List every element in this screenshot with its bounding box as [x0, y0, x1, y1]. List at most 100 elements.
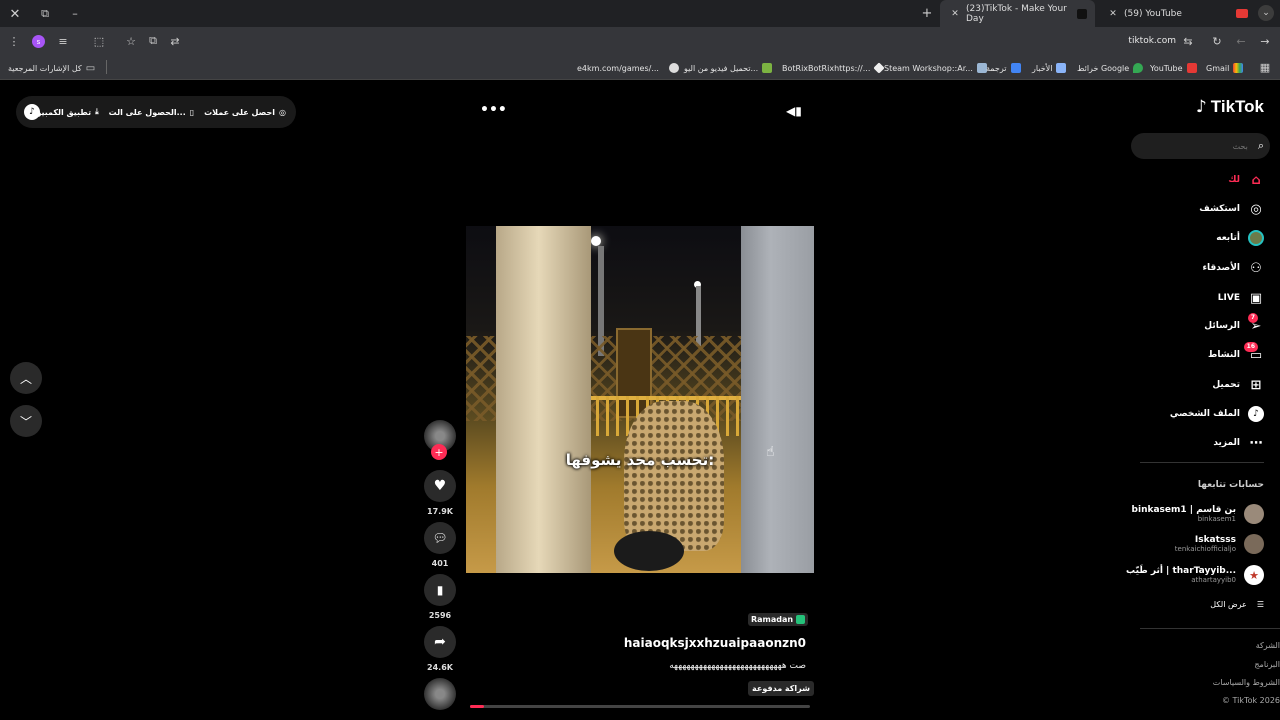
paid-partnership-label: شراكة مدفوعة	[748, 681, 815, 696]
maps-icon	[1133, 63, 1144, 73]
followed-account[interactable]: Iskatsss tenkaichiofficialjo	[1175, 534, 1264, 554]
bookmark-label: Gmail	[1206, 63, 1230, 73]
save-button[interactable]: ▮	[424, 574, 456, 606]
button-label: احصل على عملات	[204, 107, 276, 117]
sidebar-item-label: الملف الشخصي	[1169, 409, 1240, 419]
bookmark-label: كل الإشارات المرجعية	[8, 63, 82, 73]
screenshot-icon[interactable]: ⧉	[146, 34, 160, 48]
download-icon	[762, 63, 773, 73]
address-bar[interactable]: tiktok.com	[1100, 36, 1176, 46]
bookmark-botrix[interactable]: BotRixBotRixhttps://...	[782, 56, 886, 80]
get-app-button[interactable]: الحصول على الت... ▯	[109, 108, 195, 117]
tiktok-small-logo-icon[interactable]: ♪	[24, 104, 40, 120]
bookmark-label: Steam Workshop::Ar...	[884, 63, 973, 73]
sidebar-item-label: استكشف	[1199, 204, 1240, 214]
sidebar-item-explore[interactable]: استكشف ◎	[1199, 201, 1264, 217]
sidebar-item-label: الأصدقاء	[1202, 263, 1240, 273]
search-box[interactable]: ⌕	[1131, 133, 1270, 159]
bookmark-youtube[interactable]: YouTube	[1150, 56, 1197, 80]
sidebar-item-profile[interactable]: الملف الشخصي ♪	[1170, 406, 1264, 422]
footer-company[interactable]: الشركة	[1256, 641, 1280, 650]
sidebar-item-live[interactable]: LIVE ▣	[1218, 290, 1264, 306]
bookmark-gmail[interactable]: Gmail	[1206, 56, 1244, 80]
reload-icon[interactable]: ↻	[1210, 34, 1224, 48]
more-options-icon[interactable]: •••	[480, 102, 507, 118]
tab-title: (59) YouTube	[1124, 8, 1182, 19]
comment-button[interactable]: 💬︎	[424, 522, 456, 554]
see-all-link[interactable]: عرض الكل ☰	[1210, 600, 1264, 609]
chevron-down-icon: ﹀	[19, 414, 32, 429]
pillar	[496, 226, 591, 573]
minimize-window-icon[interactable]: –	[68, 6, 82, 20]
tab-youtube[interactable]: ✕ (59) YouTube	[1098, 0, 1248, 27]
footer-program[interactable]: البرنامج	[1254, 660, 1280, 669]
sound-disc-avatar[interactable]	[424, 678, 456, 710]
tag-badge[interactable]: Ramadan	[748, 613, 809, 626]
avatar: ★	[1244, 565, 1264, 585]
like-button[interactable]: ♥	[424, 470, 456, 502]
bookmark-translate[interactable]: ترجمة	[986, 56, 1021, 80]
tab-tiktok[interactable]: ✕ (23)TikTok - Make Your Day	[940, 0, 1095, 27]
new-tab-icon[interactable]: +	[920, 6, 934, 21]
search-icon[interactable]: ⌕	[1258, 139, 1264, 153]
button-label: الحصول على الت...	[108, 107, 186, 117]
divider	[1140, 462, 1264, 463]
like-count: 17.9K	[427, 507, 453, 516]
bookmark-news[interactable]: الأخبار	[1032, 56, 1067, 80]
bookmark-maps[interactable]: خرائط Google	[1077, 56, 1144, 80]
menu-dots-icon[interactable]: ⋮	[8, 34, 20, 48]
bookmark-youtube-download[interactable]: تحميل فيديو من اليو...	[684, 56, 773, 80]
forward-icon[interactable]: ←	[1234, 34, 1248, 48]
bookmark-star-icon[interactable]: ☆	[124, 34, 138, 48]
phone-icon: ▯	[189, 107, 195, 117]
browser-toolbar	[0, 27, 1280, 56]
back-icon[interactable]: →	[1258, 34, 1272, 48]
video-overlay-text: تحسب محد يشوفها:	[565, 451, 715, 469]
search-input[interactable]	[1149, 140, 1250, 152]
followed-account[interactable]: أثر طَيّب | tharTayyib... athartayyib0 ★	[1126, 565, 1264, 585]
apps-grid-icon[interactable]: ▦	[1258, 60, 1272, 74]
sidebar-item-label: النشاط	[1207, 350, 1240, 360]
share-button[interactable]: ➦	[424, 626, 456, 658]
account-handle: binkasem1	[1197, 515, 1236, 523]
sidebar-item-for-you[interactable]: لك ⌂	[1228, 172, 1264, 188]
sidebar-item-upload[interactable]: تحميل ⊞	[1212, 377, 1264, 393]
translate-icon[interactable]: ⇄	[168, 34, 182, 48]
sidebar-item-more[interactable]: المزيد ⋯	[1213, 435, 1264, 451]
folder-icon: ▭	[85, 62, 96, 74]
restore-window-icon[interactable]: ⧉	[38, 7, 52, 21]
video-player[interactable]: تحسب محد يشوفها:	[466, 226, 814, 573]
close-tab-icon[interactable]: ✕	[1106, 9, 1120, 19]
person-shadow	[614, 531, 684, 571]
bookmark-label: الأخبار	[1032, 63, 1053, 73]
extensions-icon[interactable]: ⬚	[92, 34, 106, 48]
messages-badge: 7	[1247, 313, 1258, 323]
sidebar-item-friends[interactable]: الأصدقاء ⚇	[1202, 260, 1264, 276]
sidebar-item-label: LIVE	[1217, 293, 1240, 303]
followed-account[interactable]: binkasem1 | بن قاسم binkasem1	[1132, 504, 1264, 524]
profile-icon: ♪	[1248, 406, 1264, 422]
account-name: Iskatsss	[1194, 535, 1236, 545]
previous-video-button[interactable]: ︿	[10, 362, 42, 394]
get-coins-button[interactable]: احصل على عملات ◎	[204, 108, 286, 117]
profile-avatar-icon[interactable]: s	[32, 35, 45, 48]
footer-terms[interactable]: الشروط والسياسات	[1213, 678, 1280, 687]
volume-icon[interactable]: ◀▮	[786, 104, 802, 118]
reading-list-icon[interactable]: ≡	[56, 34, 70, 48]
close-tab-icon[interactable]: ✕	[948, 9, 962, 19]
divider	[106, 60, 107, 74]
next-video-button[interactable]: ﹀	[10, 405, 42, 437]
tab-search-icon[interactable]: ⌄	[1258, 5, 1274, 21]
all-bookmarks[interactable]: كل الإشارات المرجعية ▭	[8, 56, 95, 80]
site-settings-icon[interactable]: ⇆	[1181, 34, 1195, 48]
sidebar-item-following[interactable]: أتابعه	[1216, 230, 1264, 246]
sidebar-item-messages[interactable]: الرسائل ➢ 7	[1204, 313, 1264, 334]
follow-plus-icon[interactable]: +	[431, 444, 447, 460]
sidebar-item-activity[interactable]: النشاط ▭ 16	[1207, 342, 1264, 363]
tiktok-logo[interactable]: ♪ TikTok	[1196, 97, 1264, 117]
video-progress-track[interactable]	[470, 705, 810, 708]
bookmark-steam[interactable]: Steam Workshop::Ar...	[884, 56, 987, 80]
bookmark-e4km[interactable]: e4km.com/games/...	[577, 56, 679, 80]
close-window-icon[interactable]: ✕	[8, 7, 22, 22]
video-username[interactable]: haiaoqksjxxhzuaipaaonzn0	[470, 636, 806, 650]
